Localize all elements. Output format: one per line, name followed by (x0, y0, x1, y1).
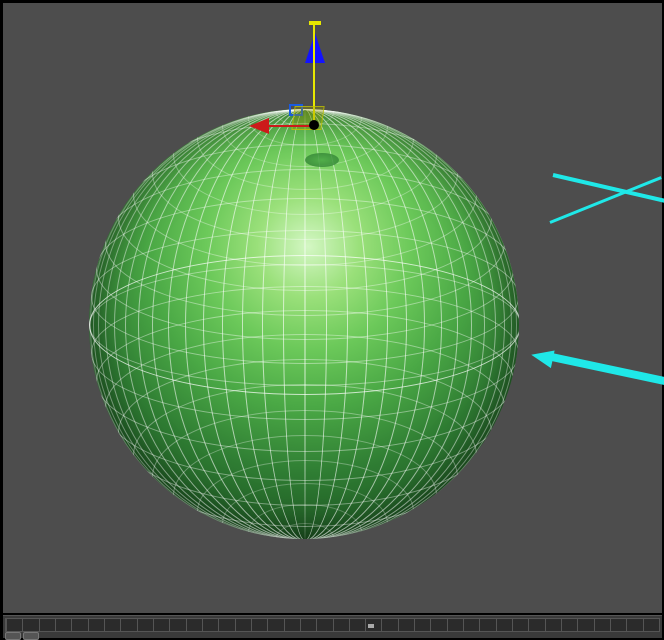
annotation-arrow-1-line-b (549, 176, 661, 224)
app-frame (0, 0, 664, 639)
timeline-track[interactable] (5, 618, 660, 632)
annotation-arrow-2-line (546, 352, 664, 385)
timeline-prev-button[interactable] (5, 632, 21, 640)
viewport-3d[interactable] (3, 3, 662, 613)
axis-z-arrow-icon[interactable] (305, 33, 325, 63)
sphere-surface (89, 109, 519, 539)
sphere-object[interactable] (89, 109, 519, 539)
axis-y-tip (309, 21, 321, 25)
annotation-arrow-2-head-icon (529, 346, 554, 368)
timeline-marker[interactable] (368, 624, 374, 628)
timeline[interactable] (3, 615, 662, 638)
timeline-next-button[interactable] (23, 632, 39, 640)
